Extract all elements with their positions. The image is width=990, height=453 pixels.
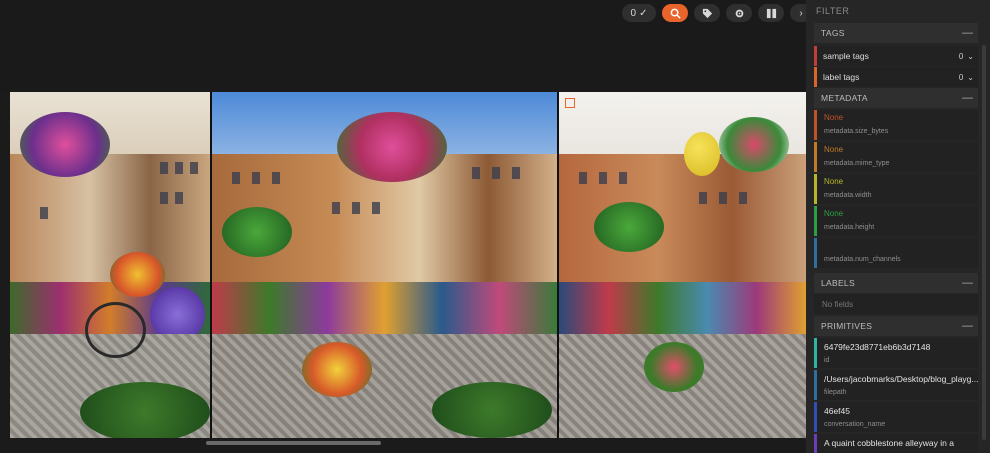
field-value: /Users/jacobmarks/Desktop/blog_playg... — [824, 374, 978, 384]
image-grid — [10, 92, 806, 438]
selection-count: 0 — [630, 7, 637, 19]
grid-image-2[interactable] — [212, 92, 557, 438]
metadata-field-mime-type[interactable]: None metadata.mime_type — [814, 142, 978, 172]
tag-filter-sample[interactable]: sample tags 0 ⌄ — [814, 46, 978, 66]
tag-count: 0 — [958, 72, 964, 82]
field-key: metadata.width — [824, 192, 872, 199]
columns-icon — [766, 8, 776, 18]
sidebar-scrollbar[interactable] — [982, 45, 986, 440]
scrollbar-thumb[interactable] — [206, 441, 381, 445]
selection-checkbox[interactable] — [565, 98, 575, 108]
field-value: None — [824, 177, 844, 186]
color-bar — [814, 206, 817, 236]
check-icon: ✓ — [639, 7, 648, 19]
primitive-field-conversation-name[interactable]: 46ef45 conversation_name — [814, 402, 978, 432]
field-key: metadata.size_bytes — [824, 128, 889, 135]
tag-label: label tags — [823, 72, 860, 82]
metadata-title: METADATA — [821, 93, 868, 103]
color-bar — [814, 142, 817, 172]
field-key: metadata.height — [824, 224, 875, 231]
collapse-icon[interactable]: — — [962, 277, 978, 289]
primitives-title: PRIMITIVES — [821, 321, 873, 331]
field-key: id — [824, 357, 830, 364]
color-bar — [814, 434, 817, 453]
field-value: None — [824, 209, 844, 218]
field-key: metadata.num_channels — [824, 256, 901, 263]
gear-icon — [735, 9, 743, 17]
tags-section-header[interactable]: TAGS — — [814, 23, 978, 43]
primitives-section-header[interactable]: PRIMITIVES — — [814, 316, 978, 336]
labels-section-header[interactable]: LABELS — — [814, 273, 978, 293]
metadata-field-height[interactable]: None metadata.height — [814, 206, 978, 236]
field-value: None — [824, 145, 844, 154]
collapse-icon[interactable]: — — [962, 92, 978, 104]
grid-toolbar: 0 ✓ › — [622, 4, 812, 22]
layout-button[interactable] — [758, 4, 784, 22]
field-value: A quaint cobblestone alleyway in a — [824, 438, 954, 448]
tags-title: TAGS — [821, 28, 845, 38]
field-value: 6479fe23d8771eb6b3d7148 — [824, 342, 931, 352]
primitive-field-filepath[interactable]: /Users/jacobmarks/Desktop/blog_playg... … — [814, 370, 978, 400]
chevron-down-icon[interactable]: ⌄ — [967, 73, 978, 82]
field-value: None — [824, 113, 844, 122]
color-bar — [814, 238, 817, 268]
filter-sidebar: FILTER TAGS — sample tags 0 ⌄ label tags… — [806, 0, 990, 453]
collapse-icon[interactable]: — — [962, 27, 978, 39]
metadata-field-num-channels[interactable]: metadata.num_channels — [814, 238, 978, 268]
color-bar — [814, 402, 817, 432]
tag-icon — [702, 8, 712, 18]
color-bar — [814, 370, 817, 400]
no-fields-message: No fields — [814, 294, 978, 314]
tag-filter-label[interactable]: label tags 0 ⌄ — [814, 67, 978, 87]
settings-button[interactable] — [726, 4, 752, 22]
search-icon — [670, 8, 681, 19]
search-button[interactable] — [662, 4, 688, 22]
field-value: 46ef45 — [824, 406, 850, 416]
metadata-section-header[interactable]: METADATA — — [814, 88, 978, 108]
color-bar — [814, 174, 817, 204]
color-bar — [814, 110, 817, 140]
labels-title: LABELS — [821, 278, 855, 288]
field-key: conversation_name — [824, 421, 886, 428]
field-key: filepath — [824, 389, 847, 396]
selection-button[interactable]: 0 ✓ — [622, 4, 656, 22]
metadata-field-size-bytes[interactable]: None metadata.size_bytes — [814, 110, 978, 140]
grid-image-1[interactable] — [10, 92, 210, 438]
collapse-icon[interactable]: — — [962, 320, 978, 332]
tag-button[interactable] — [694, 4, 720, 22]
grid-image-3[interactable] — [559, 92, 806, 438]
metadata-field-width[interactable]: None metadata.width — [814, 174, 978, 204]
tag-label: sample tags — [823, 51, 869, 61]
chevron-down-icon[interactable]: ⌄ — [967, 52, 978, 61]
horizontal-scrollbar[interactable] — [0, 438, 806, 453]
tag-count: 0 — [958, 51, 964, 61]
primitive-field-prompt[interactable]: A quaint cobblestone alleyway in a — [814, 434, 978, 453]
field-key: metadata.mime_type — [824, 160, 890, 167]
filter-title: FILTER — [816, 6, 850, 16]
chevron-right-icon: › — [799, 7, 803, 19]
color-bar — [814, 338, 817, 368]
primitive-field-id[interactable]: 6479fe23d8771eb6b3d7148 id — [814, 338, 978, 368]
